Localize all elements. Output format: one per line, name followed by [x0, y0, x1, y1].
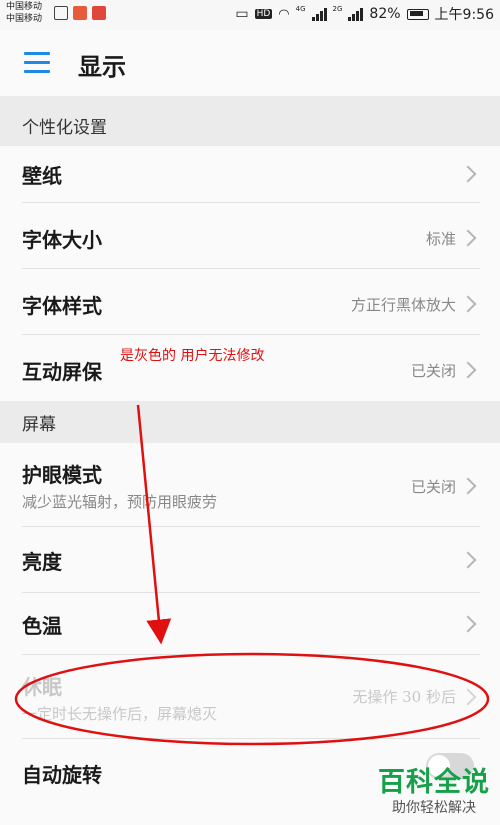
cast-icon: ▭ — [235, 6, 249, 22]
watermark-logo: 百科全说 助你轻松解决 — [372, 760, 496, 817]
signal-icon-2 — [348, 7, 364, 21]
row-title: 互动屏保 — [22, 360, 102, 384]
row-title: 护眼模式 — [22, 463, 102, 487]
chevron-right-icon — [459, 688, 477, 706]
chevron-right-icon — [459, 551, 477, 569]
row-font-size[interactable]: 字体大小 标准 — [0, 203, 500, 269]
carrier-labels: 中国移动 中国移动 — [6, 1, 42, 25]
row-title: 壁纸 — [22, 164, 62, 188]
row-title: 字体样式 — [22, 294, 102, 318]
page-title: 显示 — [78, 52, 126, 81]
row-value: 无操作 30 秒后 — [352, 688, 456, 706]
chevron-right-icon — [459, 361, 477, 379]
chevron-right-icon — [459, 477, 477, 495]
status-right: ▭ HD ◠ 4G 2G 82% 上午9:56 — [235, 4, 494, 24]
chevron-right-icon — [459, 229, 477, 247]
wifi-icon: ◠ — [278, 6, 290, 22]
hd-badge: HD — [254, 9, 273, 19]
chevron-right-icon — [459, 295, 477, 313]
row-eye-comfort[interactable]: 护眼模式 减少蓝光辐射，预防用眼疲劳 已关闭 — [0, 443, 500, 527]
carrier-2: 中国移动 — [6, 14, 43, 24]
notification-icons — [54, 6, 106, 20]
network-type-1: 4G — [295, 5, 306, 13]
section-label: 个性化设置 — [22, 118, 107, 138]
chevron-right-icon — [459, 615, 477, 633]
row-subtitle: 一定时长无操作后，屏幕熄灭 — [22, 705, 218, 723]
carrier-1: 中国移动 — [6, 2, 43, 12]
row-value: 已关闭 — [410, 362, 456, 380]
clock: 上午9:56 — [434, 7, 494, 23]
menu-icon[interactable] — [24, 52, 50, 74]
row-sleep: 休眠 一定时长无操作后，屏幕熄灭 无操作 30 秒后 — [0, 655, 500, 739]
row-title: 自动旋转 — [22, 763, 102, 787]
status-bar: 中国移动 中国移动 ▭ HD ◠ 4G 2G 82% 上午9:56 — [0, 0, 500, 30]
annotation-text: 是灰色的 用户无法修改 — [120, 348, 265, 364]
watermark-brand: 百科全说 — [378, 767, 490, 798]
section-header-screen: 屏幕 — [0, 401, 500, 443]
screen-share-icon — [54, 6, 68, 20]
row-title: 字体大小 — [22, 228, 102, 252]
row-title: 亮度 — [22, 550, 62, 574]
app-bar: 显示 — [0, 30, 500, 96]
battery-icon — [406, 8, 429, 20]
row-font-style[interactable]: 字体样式 方正行黑体放大 — [0, 269, 500, 335]
row-value: 已关闭 — [410, 478, 456, 496]
app-notification-icon-2 — [92, 6, 106, 20]
battery-percent: 82% — [369, 6, 401, 22]
row-value: 标准 — [425, 230, 456, 248]
chevron-right-icon — [459, 165, 477, 183]
row-title: 色温 — [22, 614, 62, 638]
network-type-2: 2G — [332, 5, 343, 13]
section-header-personalization: 个性化设置 — [0, 96, 500, 146]
row-wallpaper[interactable]: 壁纸 — [0, 146, 500, 203]
row-subtitle: 减少蓝光辐射，预防用眼疲劳 — [22, 493, 218, 511]
watermark-subtitle: 助你轻松解决 — [392, 800, 476, 816]
app-notification-icon — [73, 6, 87, 20]
row-color-temperature[interactable]: 色温 — [0, 593, 500, 655]
row-brightness[interactable]: 亮度 — [0, 527, 500, 593]
row-value: 方正行黑体放大 — [350, 296, 456, 314]
signal-icon — [311, 7, 327, 21]
section-label: 屏幕 — [22, 415, 56, 435]
row-title: 休眠 — [22, 675, 62, 699]
